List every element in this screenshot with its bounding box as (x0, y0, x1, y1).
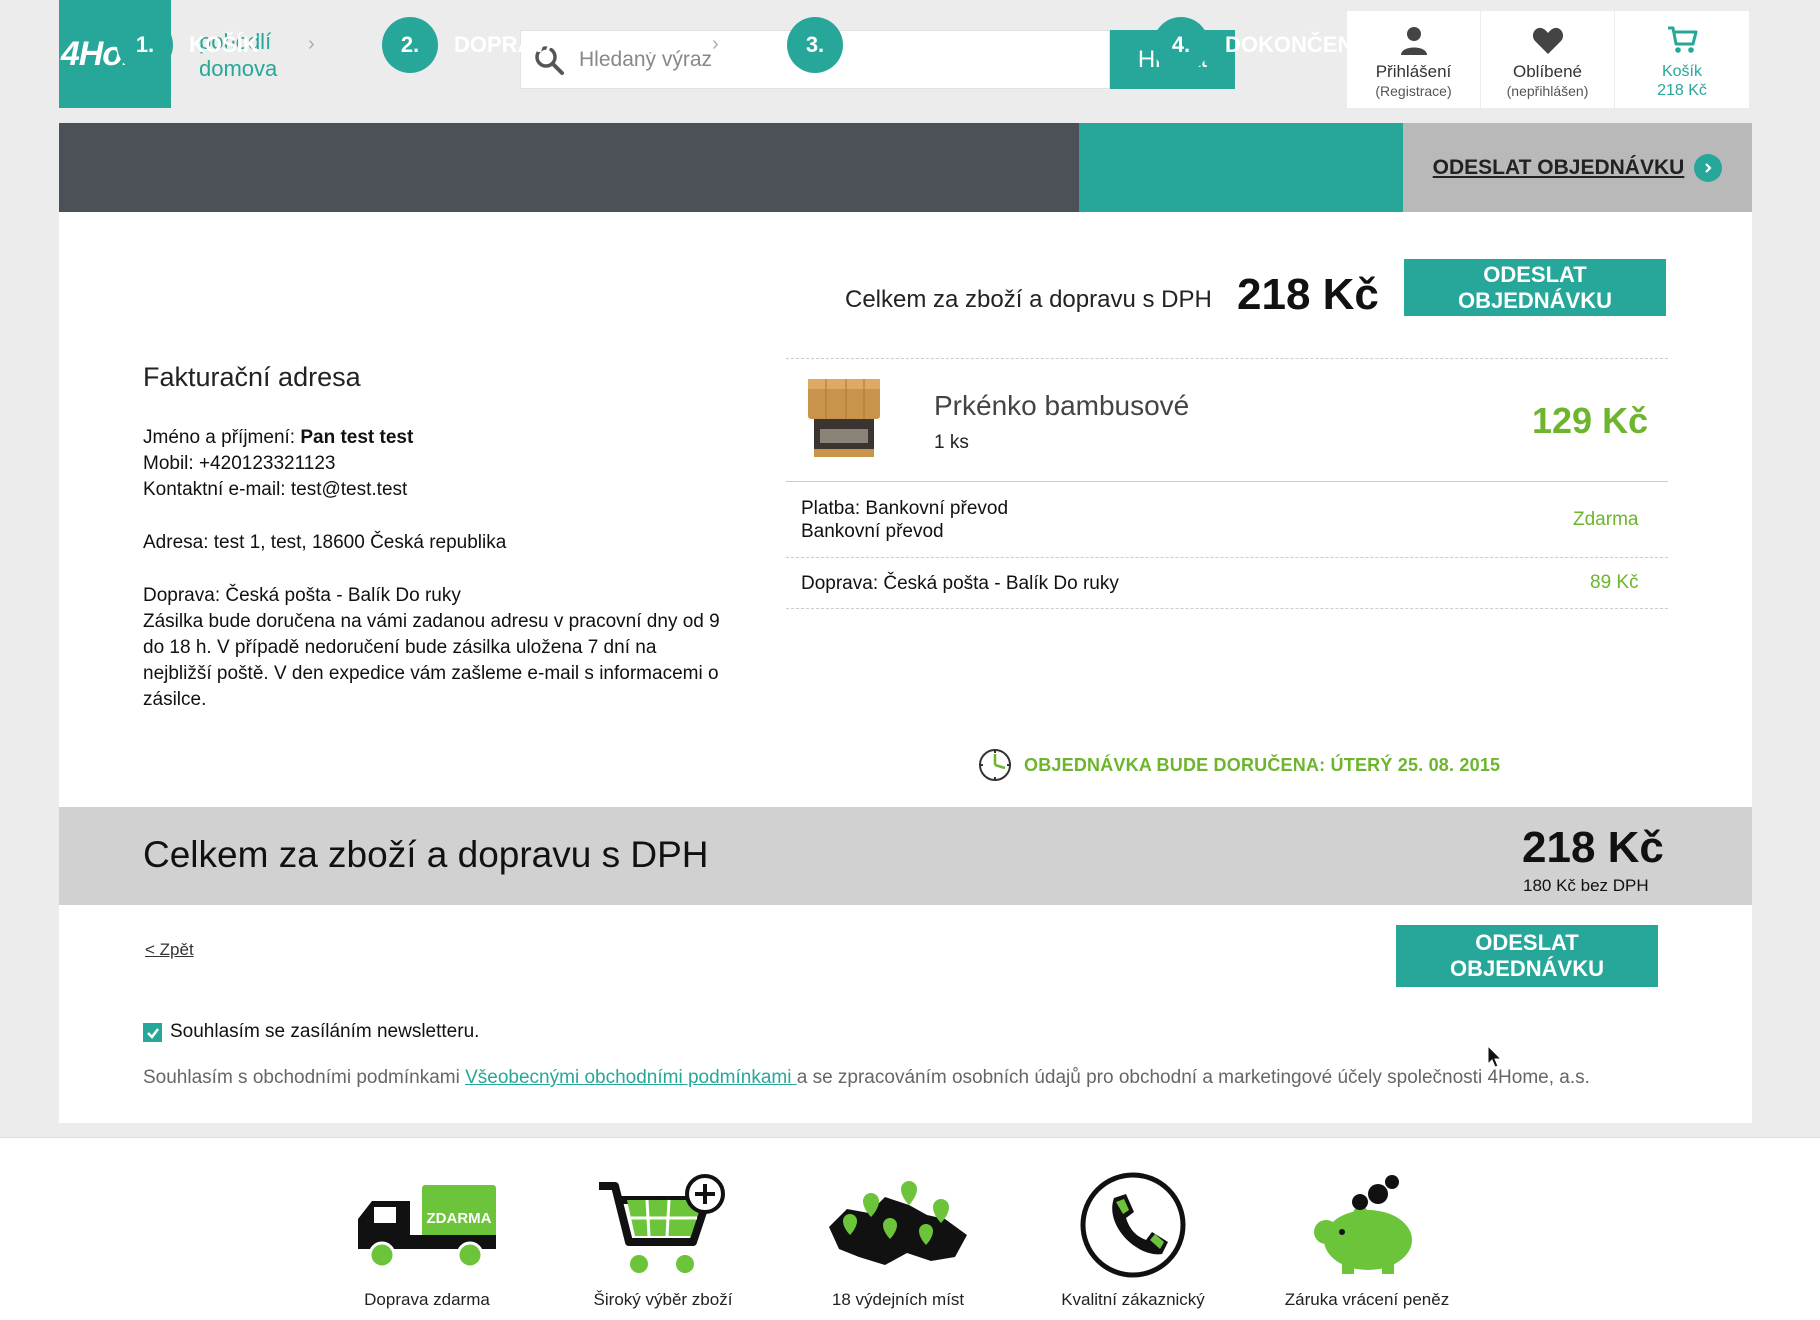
feature-wide-selection[interactable]: Široký výběr zboží (558, 1170, 768, 1310)
totals-label: Celkem za zboží a dopravu s DPH (143, 834, 709, 875)
divider (786, 358, 1668, 359)
product-quantity: 1 ks (934, 432, 969, 453)
billing-shipping-title: Doprava: Česká pošta - Balík Do ruky (143, 585, 461, 606)
divider (786, 608, 1668, 609)
step-delivery-address[interactable]: 3. DODACÍ ADRESA (787, 0, 1044, 89)
mouse-cursor-icon (1487, 1045, 1503, 1068)
payment-price: Zdarma (1573, 509, 1639, 530)
billing-address: Adresa: test 1, test, 18600 Česká republ… (143, 532, 507, 553)
feature-free-shipping[interactable]: ZDARMA Doprava zdarma (322, 1170, 532, 1310)
login-label: Přihlášení (1375, 62, 1452, 81)
step-send-order[interactable]: ODESLAT OBJEDNÁVKU (1403, 123, 1752, 212)
step-cart[interactable]: 1. KOŠÍK (117, 0, 259, 89)
billing-details: Jméno a příjmení: Pan test test Mobil: +… (143, 425, 723, 713)
terms-text: Souhlasím s obchodními podmínkami Všeobe… (143, 1067, 1590, 1089)
map-pins-icon (829, 1181, 967, 1265)
register-label: (Registrace) (1375, 83, 1452, 99)
cart-label: Košík (1661, 63, 1702, 80)
billing-shipping-desc: Zásilka bude doručena na vámi zadanou ad… (143, 611, 720, 710)
divider (786, 481, 1668, 482)
payment-line-1: Platba: Bankovní převod (801, 498, 1009, 519)
login-button[interactable]: Přihlášení (Registrace) (1347, 11, 1481, 108)
feature-label: Záruka vrácení peněz (1284, 1290, 1450, 1309)
chevron-right-icon: › (308, 33, 315, 55)
favorites-label: Oblíbené (1513, 62, 1582, 81)
feature-pickup-points[interactable]: 18 výdejních míst (793, 1170, 1003, 1310)
summary-total-label: Celkem za zboží a dopravu s DPH (845, 286, 1212, 313)
feature-money-back[interactable]: Záruka vrácení peněz (1262, 1170, 1472, 1310)
totals-without-vat: 180 Kč bez DPH (1523, 876, 1649, 895)
step-number: 1. (117, 16, 173, 73)
newsletter-label[interactable]: Souhlasím se zasíláním newsletteru. (170, 1021, 479, 1043)
feature-customer-service[interactable]: Kvalitní zákaznický (1028, 1170, 1238, 1310)
step-label: DOKONČENÍ (1225, 31, 1360, 57)
cart-icon (1668, 26, 1698, 53)
shopping-cart-plus-icon (599, 1174, 725, 1273)
step-number: 4. (1153, 16, 1209, 73)
arrow-right-icon (1694, 153, 1723, 182)
favorites-status: (nepřihlášen) (1506, 83, 1589, 99)
terms-link[interactable]: Všeobecnými obchodními podmínkami (465, 1067, 797, 1088)
payment-method: Platba: Bankovní převod Bankovní převod (801, 497, 1008, 543)
phone-icon (1080, 1172, 1186, 1278)
delivery-estimate: OBJEDNÁVKA BUDE DORUČENA: ÚTERÝ 25. 08. … (978, 748, 1500, 782)
piggy-bank-icon (1314, 1175, 1412, 1274)
shipping-method: Doprava: Česká pošta - Balík Do ruky (801, 573, 1119, 594)
step-label: DODACÍ ADRESA (859, 31, 1044, 57)
user-icon (1400, 27, 1427, 55)
product-image[interactable] (806, 377, 882, 460)
step-shipping-payment[interactable]: 2. DOPRAVA A PLATBA (382, 0, 674, 89)
feature-label: Doprava zdarma (364, 1290, 490, 1309)
step-number: 2. (382, 16, 438, 73)
billing-title: Fakturační adresa (143, 362, 361, 392)
back-link[interactable]: < Zpět (145, 940, 194, 960)
truck-badge: ZDARMA (427, 1210, 492, 1227)
totals-value: 218 Kč (1522, 823, 1664, 872)
feature-label: Kvalitní zákaznický (1061, 1290, 1205, 1309)
divider (786, 557, 1668, 558)
delivery-date: OBJEDNÁVKA BUDE DORUČENA: ÚTERÝ 25. 08. … (1024, 754, 1501, 775)
billing-mobile: Mobil: +420123321123 (143, 453, 336, 474)
product-name[interactable]: Prkénko bambusové (934, 390, 1189, 422)
step-finish: 4. DOKONČENÍ (1153, 0, 1359, 89)
send-order-button-bottom[interactable]: ODESLAT OBJEDNÁVKU (1396, 925, 1658, 987)
truck-icon: ZDARMA (358, 1185, 496, 1269)
summary-total-value: 218 Kč (1237, 270, 1379, 319)
cart-button[interactable]: Košík 218 Kč (1615, 11, 1749, 108)
terms-post: a se zpracováním osobních údajů pro obch… (796, 1067, 1590, 1088)
billing-email: Kontaktní e-mail: test@test.test (143, 479, 408, 500)
step-label: DOPRAVA A PLATBA (454, 31, 674, 57)
favorites-button[interactable]: Oblíbené (nepřihlášen) (1481, 11, 1615, 108)
feature-label: Široký výběr zboží (593, 1290, 733, 1309)
chevron-right-icon: › (712, 33, 719, 55)
clock-icon (979, 749, 1011, 781)
check-icon (146, 1027, 159, 1039)
send-order-link[interactable]: ODESLAT OBJEDNÁVKU (1433, 156, 1685, 180)
shipping-price: 89 Kč (1590, 572, 1639, 593)
send-order-button-top[interactable]: ODESLAT OBJEDNÁVKU (1404, 259, 1666, 316)
step-label: KOŠÍK (189, 31, 259, 57)
billing-name: Jméno a příjmení: Pan test test (143, 427, 414, 448)
payment-line-2: Bankovní převod (801, 521, 944, 542)
heart-icon (1532, 27, 1563, 54)
step-number: 3. (787, 16, 843, 73)
cart-total: 218 Kč (1657, 82, 1707, 99)
step-active-bg (1079, 123, 1403, 212)
product-price: 129 Kč (1532, 400, 1649, 441)
feature-label: 18 výdejních míst (831, 1290, 965, 1309)
terms-pre: Souhlasím s obchodními podmínkami (143, 1067, 466, 1088)
newsletter-checkbox[interactable] (143, 1023, 162, 1042)
